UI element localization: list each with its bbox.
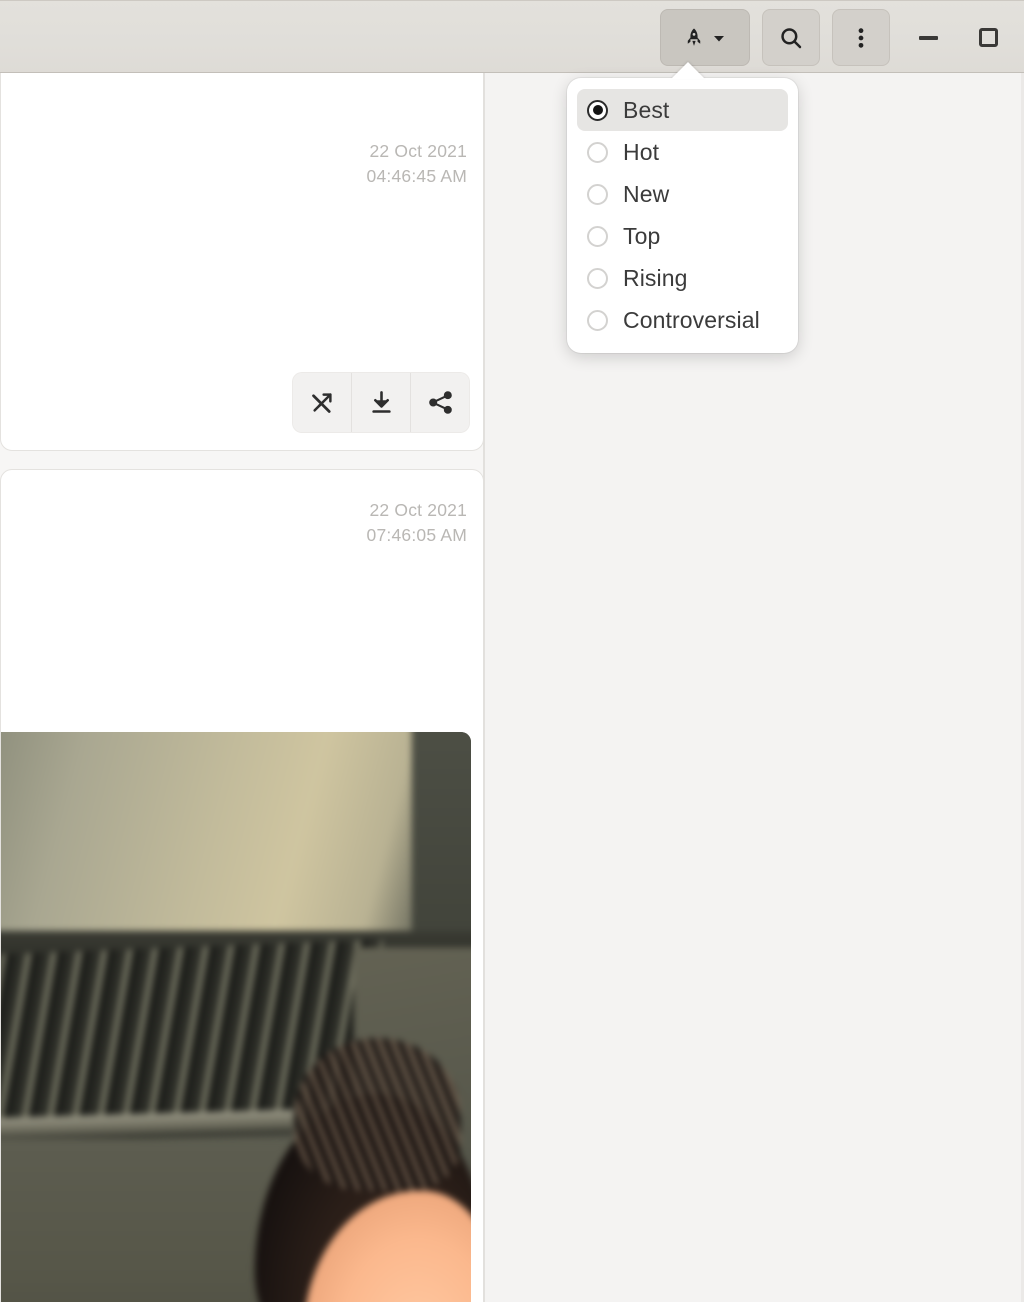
post-action-bar[interactable] xyxy=(293,373,469,432)
sort-option-top[interactable]: Top xyxy=(577,215,788,257)
post-timestamp: 22 Oct 2021 07:46:05 AM xyxy=(367,498,467,548)
sort-option-new[interactable]: New xyxy=(577,173,788,215)
sort-popover-body: Best Hot New Top Rising Controversial xyxy=(567,78,798,353)
post-timestamp: 22 Oct 2021 04:46:45 AM xyxy=(367,139,467,189)
download-icon[interactable] xyxy=(351,373,410,432)
sort-option-label: Controversial xyxy=(623,306,760,333)
post-time: 07:46:05 AM xyxy=(366,525,467,545)
media-canvas xyxy=(1,732,471,1302)
radio-icon xyxy=(587,99,608,121)
share-icon[interactable] xyxy=(410,373,469,432)
radio-icon xyxy=(587,183,608,205)
radio-icon xyxy=(587,225,608,247)
titlebar xyxy=(0,0,1024,73)
sort-popover[interactable]: Best Hot New Top Rising Controversial xyxy=(567,62,798,353)
sort-option-label: Best xyxy=(623,96,670,123)
media-wall-right xyxy=(411,732,471,948)
post-date: 22 Oct 2021 xyxy=(369,141,467,161)
sort-option-controversial[interactable]: Controversial xyxy=(577,299,788,341)
sort-option-rising[interactable]: Rising xyxy=(577,257,788,299)
radio-icon xyxy=(587,267,608,289)
list-item[interactable]: 22 Oct 2021 04:46:45 AM xyxy=(0,73,483,451)
sort-option-label: Top xyxy=(623,222,661,249)
search-icon xyxy=(778,25,804,51)
radio-icon xyxy=(587,309,608,331)
chevron-down-icon xyxy=(707,30,727,46)
sort-option-best[interactable]: Best xyxy=(577,89,788,131)
minimize-icon xyxy=(918,35,938,40)
sort-option-label: Hot xyxy=(623,138,660,165)
post-list-pane[interactable]: 22 Oct 2021 04:46:45 AM 22 Oct 2021 07:4… xyxy=(0,73,483,1302)
sort-option-label: Rising xyxy=(623,264,688,291)
pane-divider xyxy=(483,73,485,1302)
application-window: 22 Oct 2021 04:46:45 AM 22 Oct 2021 07:4… xyxy=(0,0,1024,1302)
main-menu-button[interactable] xyxy=(832,9,890,66)
sort-option-hot[interactable]: Hot xyxy=(577,131,788,173)
sort-option-label: New xyxy=(623,180,670,207)
post-date: 22 Oct 2021 xyxy=(369,500,467,520)
media-wall xyxy=(1,732,471,941)
open-external-link-icon[interactable] xyxy=(293,373,351,432)
maximize-button[interactable] xyxy=(966,16,1010,60)
minimize-button[interactable] xyxy=(906,16,950,60)
radio-icon xyxy=(587,141,608,163)
post-media-thumbnail[interactable] xyxy=(1,732,471,1302)
media-hood-front xyxy=(1,1138,295,1302)
rocket-icon xyxy=(683,27,705,49)
post-time: 04:46:45 AM xyxy=(366,166,467,186)
media-person-hair-tuft xyxy=(294,1038,461,1192)
sort-button[interactable] xyxy=(660,9,750,66)
overflow-menu-icon xyxy=(850,25,872,51)
search-button[interactable] xyxy=(762,9,820,66)
popover-tail xyxy=(671,62,705,79)
list-item[interactable]: 22 Oct 2021 07:46:05 AM xyxy=(0,469,483,1302)
maximize-icon xyxy=(978,28,998,47)
